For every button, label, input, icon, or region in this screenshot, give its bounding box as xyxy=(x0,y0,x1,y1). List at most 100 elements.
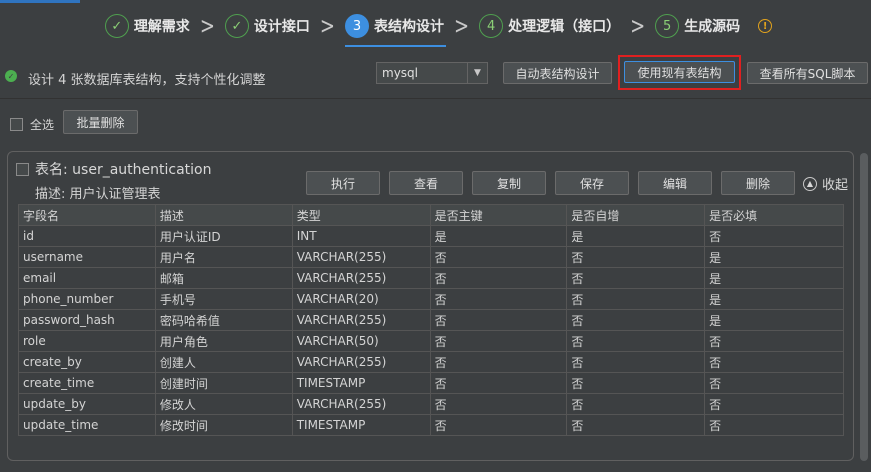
fields-table: 字段名 描述 类型 是否主键 是否自增 是否必填 id 用户认证ID INT 是… xyxy=(18,204,844,436)
select-all[interactable]: 全选 xyxy=(10,116,54,133)
table-cell: 邮箱 xyxy=(154,267,293,289)
view-all-sql-button[interactable]: 查看所有SQL脚本 xyxy=(747,62,868,84)
table-cell: 否 xyxy=(704,372,844,394)
table-cell: 否 xyxy=(704,351,844,373)
table-cell: VARCHAR(255) xyxy=(291,393,431,415)
table-cell: VARCHAR(255) xyxy=(291,351,431,373)
copy-button[interactable]: 复制 xyxy=(472,171,546,195)
scrollbar-thumb[interactable] xyxy=(860,153,868,461)
step-2[interactable]: ✓ 设计接口 xyxy=(219,4,316,48)
column-header: 是否必填 xyxy=(704,204,844,226)
table-cell: 否 xyxy=(566,246,706,268)
step-label: 表结构设计 xyxy=(374,19,444,35)
batch-delete-button[interactable]: 批量删除 xyxy=(63,110,138,134)
table-card: 表名: user_authentication 描述: 用户认证管理表 执行 查… xyxy=(7,151,854,461)
info-icon[interactable]: ! xyxy=(758,19,773,33)
table-header-row: 字段名 描述 类型 是否主键 是否自增 是否必填 xyxy=(18,204,844,226)
step-5[interactable]: 5 生成源码 xyxy=(649,4,746,48)
table-row[interactable]: create_time 创建时间 TIMESTAMP 否 否 否 xyxy=(18,372,844,394)
step-1[interactable]: ✓ 理解需求 xyxy=(99,4,196,48)
table-row[interactable]: create_by 创建人 VARCHAR(255) 否 否 否 xyxy=(18,351,844,373)
delete-button[interactable]: 删除 xyxy=(721,171,795,195)
auto-design-button[interactable]: 自动表结构设计 xyxy=(503,62,612,84)
wizard-stepper: ✓ 理解需求 > ✓ 设计接口 > 3 表结构设计 > 4 处理逻辑（接口） >… xyxy=(0,4,871,48)
chevron-right-icon: > xyxy=(319,12,335,40)
table-cell: 否 xyxy=(429,372,568,394)
check-circle-icon: ✓ xyxy=(5,70,17,82)
table-cell: 用户角色 xyxy=(154,330,293,352)
table-name: 表名: user_authentication xyxy=(35,162,212,178)
execute-button[interactable]: 执行 xyxy=(306,171,380,195)
check-icon: ✓ xyxy=(224,14,249,38)
table-cell: 否 xyxy=(566,351,706,373)
table-cell: create_time xyxy=(18,372,156,394)
column-header: 字段名 xyxy=(18,204,156,226)
table-cell: 是 xyxy=(704,288,844,310)
step-4[interactable]: 4 处理逻辑（接口） xyxy=(473,4,626,48)
table-description: 描述: 用户认证管理表 xyxy=(35,187,161,202)
table-row[interactable]: update_by 修改人 VARCHAR(255) 否 否 否 xyxy=(18,393,844,415)
select-value: mysql xyxy=(382,66,418,80)
edit-button[interactable]: 编辑 xyxy=(638,171,712,195)
database-type-select[interactable]: mysql ▼ xyxy=(376,62,488,84)
step-label: 生成源码 xyxy=(684,19,741,35)
chevron-right-icon: > xyxy=(630,12,646,40)
chevron-down-icon[interactable]: ▼ xyxy=(467,63,487,83)
select-all-checkbox[interactable] xyxy=(10,118,23,131)
view-button[interactable]: 查看 xyxy=(389,171,463,195)
step-label: 处理逻辑（接口） xyxy=(508,19,621,35)
step-number: 3 xyxy=(345,14,369,38)
step-label: 设计接口 xyxy=(253,19,310,35)
step-label: 理解需求 xyxy=(133,19,190,35)
table-row[interactable]: email 邮箱 VARCHAR(255) 否 否 是 xyxy=(18,267,844,289)
table-cell: update_by xyxy=(18,393,156,415)
table-cell: TIMESTAMP xyxy=(291,414,431,436)
table-cell: 否 xyxy=(704,393,844,415)
table-row[interactable]: username 用户名 VARCHAR(255) 否 否 是 xyxy=(18,246,844,268)
table-row[interactable]: id 用户认证ID INT 是 是 否 xyxy=(18,225,844,247)
step-3[interactable]: 3 表结构设计 xyxy=(339,4,450,48)
table-cell: phone_number xyxy=(18,288,156,310)
check-icon: ✓ xyxy=(104,14,129,38)
table-cell: 是 xyxy=(566,225,706,247)
table-cell: 修改人 xyxy=(154,393,293,415)
table-cell: 否 xyxy=(429,414,568,436)
table-cell: 否 xyxy=(429,351,568,373)
table-cell: create_by xyxy=(18,351,156,373)
column-header: 描述 xyxy=(154,204,293,226)
table-cell: 否 xyxy=(704,330,844,352)
divider xyxy=(0,98,871,99)
table-cell: VARCHAR(20) xyxy=(291,288,431,310)
save-button[interactable]: 保存 xyxy=(555,171,629,195)
status-message: 设计 4 张数据库表结构，支持个性化调整 xyxy=(28,73,266,88)
table-cell: 否 xyxy=(429,393,568,415)
table-cell: 是 xyxy=(429,225,568,247)
table-cell: 否 xyxy=(566,414,706,436)
step-number: 4 xyxy=(479,14,504,38)
table-cell: 否 xyxy=(566,372,706,394)
chevron-right-icon: > xyxy=(199,12,215,40)
table-cell: 创建时间 xyxy=(154,372,293,394)
collapse-toggle[interactable]: ▲ 收起 xyxy=(803,174,848,193)
table-cell: email xyxy=(18,267,156,289)
table-cell: 是 xyxy=(704,309,844,331)
table-cell: 否 xyxy=(566,393,706,415)
table-row[interactable]: role 用户角色 VARCHAR(50) 否 否 否 xyxy=(18,330,844,352)
table-row[interactable]: password_hash 密码哈希值 VARCHAR(255) 否 否 是 xyxy=(18,309,844,331)
table-cell: 否 xyxy=(429,330,568,352)
table-row[interactable]: update_time 修改时间 TIMESTAMP 否 否 否 xyxy=(18,414,844,436)
step-number: 5 xyxy=(655,14,680,38)
table-cell: INT xyxy=(291,225,431,247)
chevron-up-icon: ▲ xyxy=(803,176,817,191)
table-row[interactable]: phone_number 手机号 VARCHAR(20) 否 否 是 xyxy=(18,288,844,310)
table-cell: 否 xyxy=(429,309,568,331)
table-cell: 用户名 xyxy=(154,246,293,268)
table-select-checkbox[interactable] xyxy=(16,162,29,176)
use-existing-structure-button[interactable]: 使用现有表结构 xyxy=(624,61,735,83)
collapse-label: 收起 xyxy=(822,178,849,193)
table-cell: 创建人 xyxy=(154,351,293,373)
chevron-right-icon: > xyxy=(454,12,470,40)
table-cell: VARCHAR(255) xyxy=(291,246,431,268)
table-cell: VARCHAR(255) xyxy=(291,309,431,331)
table-cell: VARCHAR(50) xyxy=(291,330,431,352)
